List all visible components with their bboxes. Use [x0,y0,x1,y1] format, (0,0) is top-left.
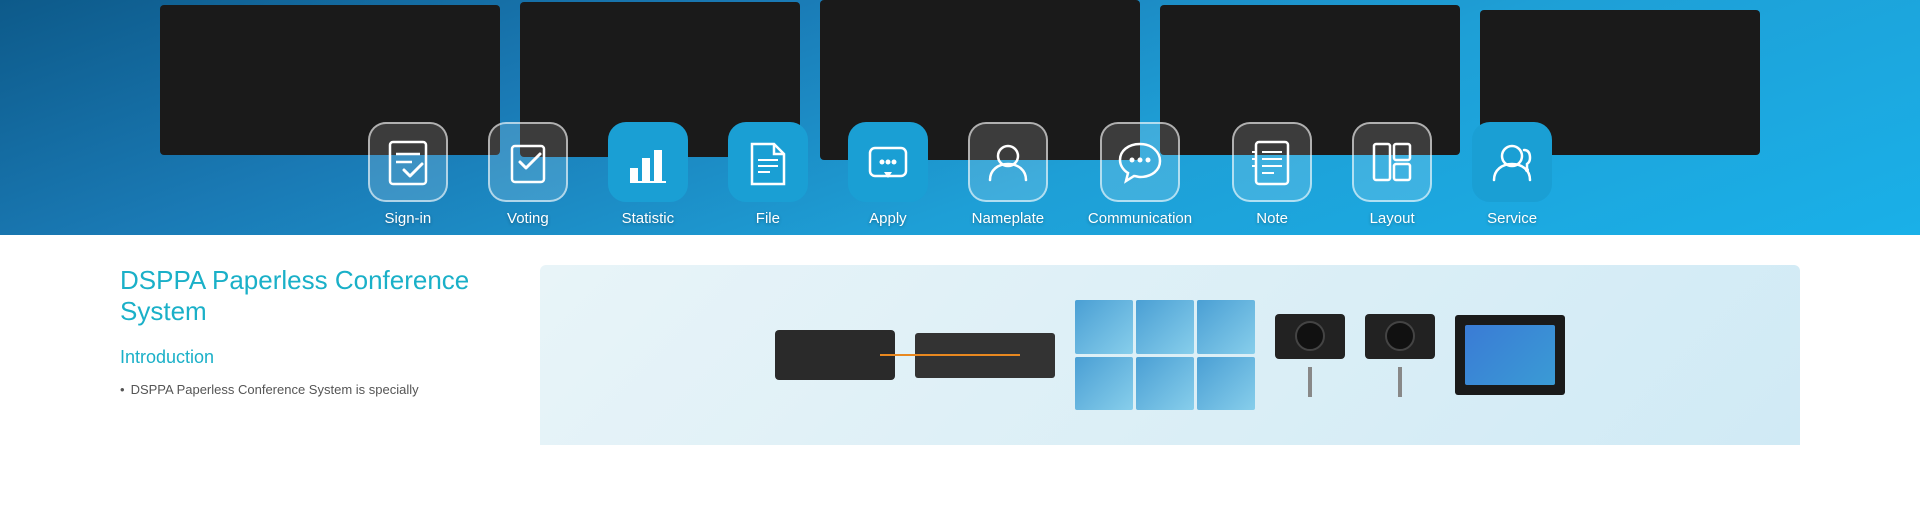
nameplate-icon-box [968,122,1048,202]
apply-label: Apply [869,210,907,227]
banner-section: Sign-in Voting Statistic [0,0,1920,235]
monitor-cell-2 [1136,300,1194,354]
icon-item-sign-in[interactable]: Sign-in [368,122,448,227]
monitor-wall [1075,300,1255,410]
file-icon-box [728,122,808,202]
icon-item-note[interactable]: Note [1232,122,1312,227]
rack-unit-1-item [775,330,895,380]
file-label: File [756,210,780,227]
rack-unit-1 [775,330,895,380]
service-icon [1488,138,1536,186]
statistic-icon [624,138,672,186]
icon-item-apply[interactable]: Apply [848,122,928,227]
communication-label: Communication [1088,210,1192,227]
icons-row: Sign-in Voting Statistic [368,122,1552,227]
connector-line [880,354,1020,356]
icon-item-statistic[interactable]: Statistic [608,122,688,227]
note-label: Note [1256,210,1288,227]
monitor-cell-5 [1136,357,1194,411]
file-icon [744,138,792,186]
small-monitor-item [1455,315,1565,395]
monitor-cell-4 [1075,357,1133,411]
layout-label: Layout [1370,210,1415,227]
small-screen [1465,325,1555,385]
voting-icon [504,138,552,186]
intro-text-row: • DSPPA Paperless Conference System is s… [120,380,500,401]
camera-2-lens [1385,321,1415,351]
statistic-icon-box [608,122,688,202]
note-icon-box [1232,122,1312,202]
camera-2-stand [1398,367,1402,397]
monitor-wall-item [1075,300,1255,410]
note-icon [1248,138,1296,186]
monitor-cell-1 [1075,300,1133,354]
camera-1-stand [1308,367,1312,397]
apply-icon [864,138,912,186]
left-content: DSPPA Paperless Conference System Introd… [120,265,540,445]
camera-1-item [1275,314,1345,397]
nameplate-label: Nameplate [972,210,1045,227]
statistic-label: Statistic [622,210,675,227]
intro-text-content: DSPPA Paperless Conference System is spe… [131,380,419,401]
voting-label: Voting [507,210,549,227]
bottom-section: DSPPA Paperless Conference System Introd… [0,235,1920,445]
small-monitor [1455,315,1565,395]
camera-1-lens [1295,321,1325,351]
section-title: DSPPA Paperless Conference System [120,265,500,327]
icon-item-layout[interactable]: Layout [1352,122,1432,227]
sign-in-label: Sign-in [385,210,432,227]
product-image-panel [540,265,1800,445]
layout-icon [1368,138,1416,186]
icon-item-service[interactable]: Service [1472,122,1552,227]
bullet-point: • [120,380,125,401]
icon-item-file[interactable]: File [728,122,808,227]
icon-item-voting[interactable]: Voting [488,122,568,227]
service-label: Service [1487,210,1537,227]
monitor-cell-6 [1197,357,1255,411]
camera-1-body [1275,314,1345,359]
nameplate-icon [984,138,1032,186]
apply-icon-box [848,122,928,202]
communication-icon-box [1100,122,1180,202]
camera-2-item [1365,314,1435,397]
layout-icon-box [1352,122,1432,202]
icon-item-nameplate[interactable]: Nameplate [968,122,1048,227]
monitor-cell-3 [1197,300,1255,354]
communication-icon [1116,138,1164,186]
camera-2-body [1365,314,1435,359]
intro-heading: Introduction [120,347,500,368]
voting-icon-box [488,122,568,202]
sign-in-icon-box [368,122,448,202]
sign-in-icon [384,138,432,186]
service-icon-box [1472,122,1552,202]
icon-item-communication[interactable]: Communication [1088,122,1192,227]
